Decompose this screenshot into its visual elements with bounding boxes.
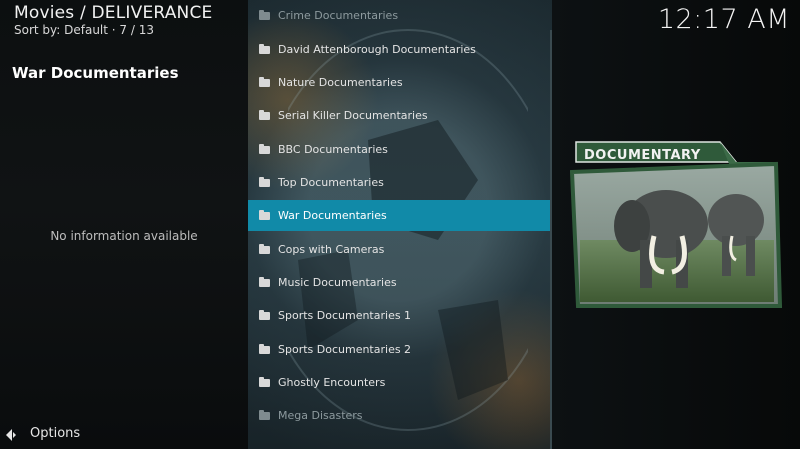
- list-item-label: Top Documentaries: [278, 176, 384, 189]
- list-item[interactable]: Nature Documentaries: [248, 67, 550, 98]
- list-item-label: Sports Documentaries 2: [278, 343, 412, 356]
- sort-status: Sort by: Default · 7 / 13: [14, 23, 154, 37]
- list-item[interactable]: Mega Disasters: [248, 400, 550, 431]
- list-item-label: David Attenborough Documentaries: [278, 43, 476, 56]
- list-item[interactable]: Serial Killer Documentaries: [248, 100, 550, 131]
- list-item[interactable]: Crime Documentaries: [248, 0, 550, 31]
- folder-icon: [259, 76, 270, 87]
- folder-icon: [259, 109, 270, 120]
- artwork-banner: DOCUMENTARY: [584, 148, 701, 163]
- list-item-label: War Documentaries: [278, 209, 387, 222]
- list-item[interactable]: Cops with Cameras: [248, 234, 550, 265]
- folder-icon: [259, 376, 270, 387]
- list-scrollbar[interactable]: [550, 30, 552, 449]
- list-item[interactable]: David Attenborough Documentaries: [248, 34, 550, 65]
- list-item-label: Serial Killer Documentaries: [278, 109, 428, 122]
- folder-icon: [259, 9, 270, 20]
- list-item-label: Nature Documentaries: [278, 76, 403, 89]
- folder-icon: [259, 209, 270, 220]
- clock: 12:17 AM: [657, 4, 790, 35]
- list-item[interactable]: BBC Documentaries: [248, 134, 550, 165]
- list-item-label: Ghostly Encounters: [278, 376, 386, 389]
- folder-artwork: [570, 141, 782, 308]
- folder-icon: [259, 276, 270, 287]
- list-panel: Crime Documentaries David Attenborough D…: [248, 0, 552, 449]
- folder-icon: [259, 343, 270, 354]
- no-info-text: No information available: [50, 229, 198, 243]
- folder-icon: [259, 143, 270, 154]
- list-item-label: BBC Documentaries: [278, 143, 388, 156]
- options-button[interactable]: Options: [6, 426, 80, 441]
- list-item-label: Cops with Cameras: [278, 243, 385, 256]
- folder-icon: [259, 176, 270, 187]
- list-item[interactable]: Top Documentaries: [248, 167, 550, 198]
- page-title: Movies / DELIVERANCE: [14, 3, 213, 23]
- list-item[interactable]: Ghostly Encounters: [248, 367, 550, 398]
- list-item-label: Music Documentaries: [278, 276, 397, 289]
- folder-icon: [259, 43, 270, 54]
- list-item-label: Crime Documentaries: [278, 9, 399, 22]
- options-label: Options: [30, 426, 81, 441]
- folder-icon: [259, 309, 270, 320]
- list-item[interactable]: Music Documentaries: [248, 267, 550, 298]
- options-arrow-icon: [6, 427, 20, 441]
- focused-item-title: War Documentaries: [12, 64, 179, 82]
- list-item[interactable]: Sports Documentaries 1: [248, 300, 550, 331]
- list-item[interactable]: Sports Documentaries 2: [248, 334, 550, 365]
- folder-icon: [259, 409, 270, 420]
- list-item-label: Sports Documentaries 1: [278, 309, 412, 322]
- list-item-selected[interactable]: War Documentaries: [248, 200, 550, 231]
- folder-icon: [259, 243, 270, 254]
- list-item-label: Mega Disasters: [278, 409, 363, 422]
